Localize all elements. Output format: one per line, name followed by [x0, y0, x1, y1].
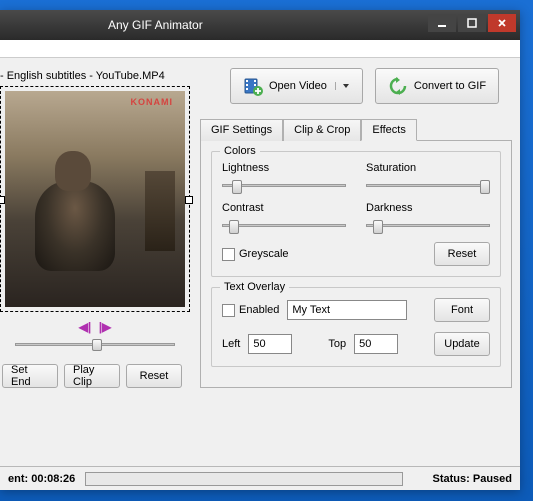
reset-clip-button[interactable]: Reset — [126, 364, 182, 388]
contrast-label: Contrast — [222, 202, 346, 214]
colors-group-title: Colors — [220, 145, 260, 157]
contrast-slider[interactable] — [222, 216, 346, 236]
text-overlay-group-title: Text Overlay — [220, 281, 289, 293]
colors-group: Colors Lightness Saturation — [211, 151, 501, 277]
window-controls — [428, 14, 516, 32]
open-video-dropdown-arrow[interactable] — [335, 82, 350, 90]
status-text: Status: Paused — [433, 473, 512, 485]
tab-clip-crop[interactable]: Clip & Crop — [283, 119, 361, 141]
overlay-enabled-label: Enabled — [239, 304, 279, 316]
convert-to-gif-button[interactable]: Convert to GIF — [375, 68, 499, 104]
reset-colors-button[interactable]: Reset — [434, 242, 490, 266]
font-button[interactable]: Font — [434, 298, 490, 322]
overlay-top-label: Top — [328, 338, 346, 350]
text-overlay-group: Text Overlay Enabled Font Left — [211, 287, 501, 367]
tab-gif-settings[interactable]: GIF Settings — [200, 119, 283, 141]
titlebar: Any GIF Animator — [0, 10, 520, 40]
darkness-slider[interactable] — [366, 216, 490, 236]
darkness-label: Darkness — [366, 202, 490, 214]
clip-marker-out-icon[interactable]: |▶ — [97, 320, 113, 334]
open-video-button[interactable]: Open Video — [230, 68, 363, 104]
update-overlay-button[interactable]: Update — [434, 332, 490, 356]
tab-bar: GIF Settings Clip & Crop Effects — [200, 118, 512, 141]
lightness-slider[interactable] — [222, 176, 346, 196]
status-time: ent: 00:08:26 — [8, 473, 75, 485]
maximize-button[interactable] — [458, 14, 486, 32]
overlay-text-input[interactable] — [287, 300, 407, 320]
refresh-icon — [388, 76, 408, 96]
effects-panel: Colors Lightness Saturation — [200, 141, 512, 388]
lightness-label: Lightness — [222, 162, 346, 174]
status-bar: ent: 00:08:26 Status: Paused — [0, 466, 520, 490]
video-preview-frame[interactable]: KONAMI — [0, 86, 190, 312]
window-title: Any GIF Animator — [108, 18, 203, 32]
close-button[interactable] — [488, 14, 516, 32]
video-preview: KONAMI — [5, 91, 185, 307]
progress-bar — [85, 472, 402, 486]
convert-label: Convert to GIF — [414, 80, 486, 92]
overlay-left-label: Left — [222, 338, 240, 350]
menu-bar — [0, 40, 520, 58]
file-name-label: - English subtitles - YouTube.MP4 — [0, 68, 190, 86]
greyscale-label: Greyscale — [239, 248, 289, 260]
overlay-enabled-checkbox[interactable]: Enabled — [222, 304, 279, 317]
minimize-button[interactable] — [428, 14, 456, 32]
overlay-left-input[interactable] — [248, 334, 292, 354]
saturation-label: Saturation — [366, 162, 490, 174]
clip-marker-in-icon[interactable]: ◀| — [77, 320, 93, 334]
greyscale-checkbox[interactable]: Greyscale — [222, 248, 289, 261]
overlay-top-input[interactable] — [354, 334, 398, 354]
set-end-button[interactable]: Set End — [2, 364, 58, 388]
play-clip-button[interactable]: Play Clip — [64, 364, 120, 388]
open-video-label: Open Video — [269, 80, 327, 92]
video-watermark: KONAMI — [131, 97, 174, 107]
clip-position-slider[interactable] — [15, 336, 175, 354]
app-window: Any GIF Animator - English subtitles - Y… — [0, 10, 520, 490]
film-add-icon — [243, 76, 263, 96]
tab-effects[interactable]: Effects — [361, 119, 416, 141]
saturation-slider[interactable] — [366, 176, 490, 196]
